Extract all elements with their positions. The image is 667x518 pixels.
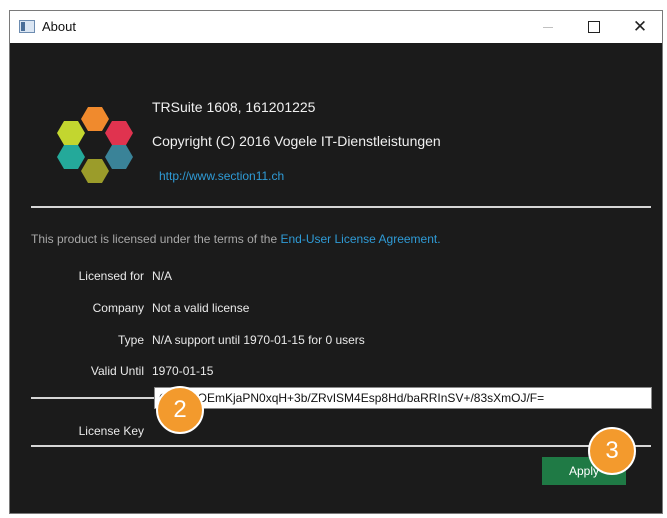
logo-hex-icon	[81, 107, 109, 131]
logo-hex-icon	[57, 145, 85, 169]
license-key-label: License Key	[78, 424, 144, 438]
close-icon: ✕	[632, 17, 648, 36]
licensed-for-label: Licensed for	[78, 269, 144, 283]
about-window: About ✕ TRSuite 1608, 161201225 Copyrigh…	[9, 10, 663, 514]
website-link[interactable]: http://www.section11.ch	[159, 169, 284, 183]
title-bar: About ✕	[10, 11, 662, 43]
company-value: Not a valid license	[152, 301, 250, 315]
type-label: Type	[117, 333, 144, 347]
product-version: TRSuite 1608, 161201225	[152, 99, 316, 115]
step-2-badge: 2	[156, 386, 204, 434]
close-button[interactable]: ✕	[617, 11, 663, 43]
product-logo	[45, 93, 141, 193]
valid-until-value: 1970-01-15	[152, 364, 214, 378]
license-key-input[interactable]: CLZTROEmKjaPN0xqH+3b/ZRvISM4Esp8Hd/baRRI…	[154, 387, 652, 409]
licensed-for-value: N/A	[152, 269, 173, 283]
copyright-text: Copyright (C) 2016 Vogele IT-Dienstleist…	[152, 133, 441, 149]
maximize-button[interactable]	[571, 11, 617, 43]
minimize-icon	[543, 26, 553, 28]
eula-link[interactable]: End-User License Agreement.	[280, 232, 440, 246]
divider	[31, 206, 651, 208]
app-icon	[19, 20, 35, 33]
window-title: About	[42, 19, 76, 34]
step-3-badge: 3	[588, 427, 636, 475]
license-terms: This product is licensed under the terms…	[31, 232, 441, 246]
terms-text: This product is licensed under the terms…	[31, 232, 278, 246]
maximize-icon	[588, 21, 600, 33]
logo-hex-icon	[81, 159, 109, 183]
about-content: TRSuite 1608, 161201225 Copyright (C) 20…	[10, 43, 662, 513]
company-label: Company	[92, 301, 144, 315]
divider	[31, 445, 651, 447]
minimize-button[interactable]	[525, 11, 571, 43]
logo-hex-icon	[57, 121, 85, 145]
valid-until-label: Valid Until	[90, 364, 144, 378]
logo-hex-icon	[105, 145, 133, 169]
logo-hex-icon	[105, 121, 133, 145]
type-value: N/A support until 1970-01-15 for 0 users	[152, 333, 365, 347]
